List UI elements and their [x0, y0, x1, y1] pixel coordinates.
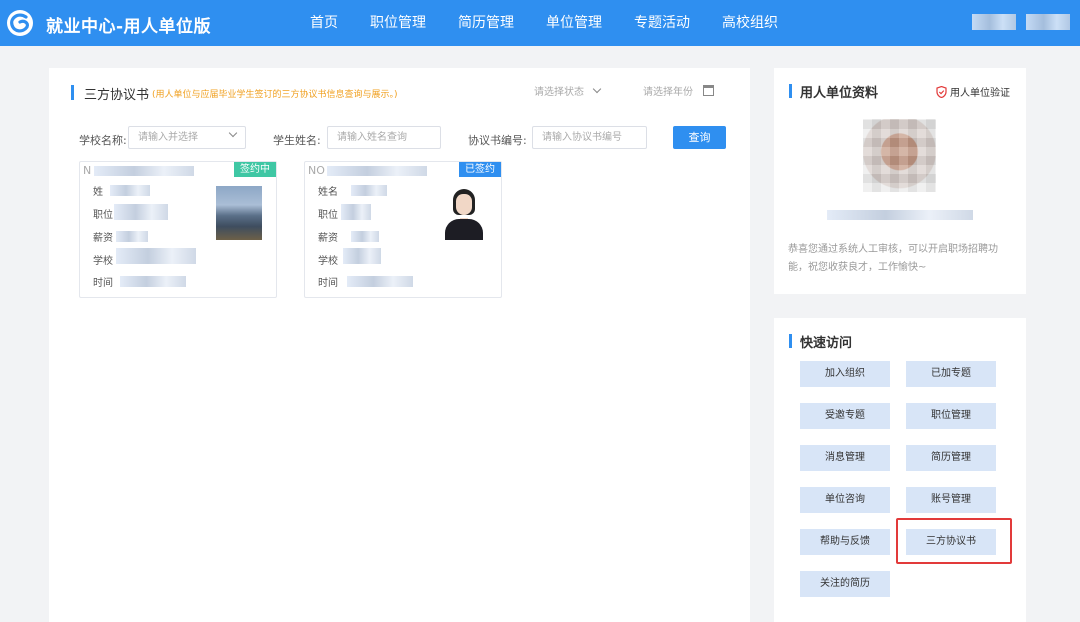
verify-link[interactable]: 用人单位验证: [936, 84, 1010, 99]
agreement-card[interactable]: N 签约中 姓 职位 薪资 学校 时间: [79, 161, 277, 298]
student-name-input[interactable]: 请输入姓名查询: [327, 126, 441, 149]
nav-unit-management[interactable]: 单位管理: [530, 0, 618, 46]
verify-label: 用人单位验证: [950, 88, 1010, 99]
search-button[interactable]: 查询: [673, 126, 726, 149]
quick-access-panel: 快速访问 加入组织 已加专题 受邀专题 职位管理 消息管理 简历管理 单位咨询 …: [774, 318, 1026, 622]
quick-unit-consultation[interactable]: 单位咨询: [800, 487, 890, 513]
year-select-placeholder: 请选择年份: [643, 87, 693, 98]
user-avatar-blurred: [972, 14, 1016, 30]
agreement-no-placeholder: 请输入协议书编号: [542, 132, 622, 143]
card-number-label: N: [83, 164, 92, 177]
top-header: 就业中心-用人单位版 首页 职位管理 简历管理 单位管理 专题活动 高校组织: [0, 0, 1080, 46]
card-field-school: 学校: [318, 256, 338, 267]
agreement-no-input[interactable]: 请输入协议书编号: [532, 126, 647, 149]
card-field-name: 姓: [93, 187, 103, 198]
highlight-annotation: [896, 518, 1012, 564]
agreement-card[interactable]: NO 已签约 姓名 职位 薪资 学校 时间: [304, 161, 502, 298]
status-badge: 签约中: [234, 162, 276, 177]
profile-description: 恭喜您通过系统人工审核，可以开启职场招聘功能，祝您收获良才，工作愉快~: [788, 244, 998, 273]
quick-access-title: 快速访问: [800, 336, 853, 351]
school-select[interactable]: 请输入并选择: [128, 126, 246, 149]
quick-followed-resumes[interactable]: 关注的简历: [800, 571, 890, 597]
app-title: 就业中心-用人单位版: [46, 17, 212, 37]
field-value-blurred: [120, 276, 186, 287]
card-field-school: 学校: [93, 256, 113, 267]
quick-invited-topics[interactable]: 受邀专题: [800, 403, 890, 429]
agreement-panel: 三方协议书 (用人单位与应届毕业学生签订的三方协议书信息查询与展示。) 请选择状…: [49, 68, 750, 622]
quick-message-management[interactable]: 消息管理: [800, 445, 890, 471]
nav-university-organizations[interactable]: 高校组织: [706, 0, 794, 46]
nav-resume-management[interactable]: 简历管理: [442, 0, 530, 46]
card-field-time: 时间: [318, 278, 338, 289]
quick-account-management[interactable]: 账号管理: [906, 487, 996, 513]
profile-title: 用人单位资料: [800, 86, 879, 101]
user-name-blurred: [1026, 14, 1070, 30]
student-name-placeholder: 请输入姓名查询: [337, 132, 407, 143]
field-value-blurred: [343, 248, 381, 264]
title-accent-bar: [789, 84, 792, 98]
chevron-down-icon: [592, 84, 602, 94]
field-value-blurred: [351, 185, 387, 196]
card-field-time: 时间: [93, 278, 113, 289]
field-value-blurred: [116, 231, 148, 242]
student-label: 学生姓名:: [273, 134, 321, 147]
calendar-icon: [703, 85, 714, 96]
nav-home[interactable]: 首页: [296, 0, 354, 46]
field-value-blurred: [116, 248, 196, 264]
student-photo: [441, 186, 487, 240]
status-select[interactable]: 请选择状态: [534, 83, 602, 98]
quick-job-management[interactable]: 职位管理: [906, 403, 996, 429]
company-avatar[interactable]: [863, 119, 936, 192]
card-field-position: 职位: [93, 210, 113, 221]
quick-resume-management[interactable]: 简历管理: [906, 445, 996, 471]
field-value-blurred: [114, 204, 168, 220]
card-number-blurred: [327, 166, 427, 176]
quick-help-feedback[interactable]: 帮助与反馈: [800, 529, 890, 555]
card-number-blurred: [94, 166, 194, 176]
field-value-blurred: [110, 185, 150, 196]
card-field-position: 职位: [318, 210, 338, 221]
company-name-blurred: [827, 210, 973, 220]
status-badge: 已签约: [459, 162, 501, 177]
card-field-name: 姓名: [318, 187, 338, 198]
page-title: 三方协议书: [84, 88, 150, 103]
nav-job-management[interactable]: 职位管理: [354, 0, 442, 46]
title-accent-bar: [789, 334, 792, 348]
field-value-blurred: [351, 231, 379, 242]
field-value-blurred: [347, 276, 413, 287]
year-select[interactable]: 请选择年份: [643, 83, 714, 98]
school-label: 学校名称:: [79, 134, 127, 147]
shield-check-icon: [936, 85, 947, 98]
quick-join-organization[interactable]: 加入组织: [800, 361, 890, 387]
card-number-label: NO: [308, 164, 325, 177]
company-profile-panel: 用人单位资料 用人单位验证 恭喜您通过系统人工审核，可以开启职场招聘功能，祝您收…: [774, 68, 1026, 294]
status-select-placeholder: 请选择状态: [534, 87, 584, 98]
card-field-salary: 薪资: [318, 233, 338, 244]
card-field-salary: 薪资: [93, 233, 113, 244]
chevron-down-icon: [228, 128, 238, 138]
agreement-no-label: 协议书编号:: [468, 134, 527, 147]
school-select-placeholder: 请输入并选择: [138, 132, 198, 143]
field-value-blurred: [341, 204, 371, 220]
nav-special-events[interactable]: 专题活动: [618, 0, 706, 46]
user-menu[interactable]: [972, 14, 1070, 30]
title-accent-bar: [71, 85, 74, 100]
main-nav: 首页 职位管理 简历管理 单位管理 专题活动 高校组织: [296, 0, 794, 46]
company-photo: [216, 186, 262, 240]
quick-joined-topics[interactable]: 已加专题: [906, 361, 996, 387]
logo-icon[interactable]: [6, 9, 34, 37]
page-subtitle: (用人单位与应届毕业学生签订的三方协议书信息查询与展示。): [152, 90, 398, 100]
